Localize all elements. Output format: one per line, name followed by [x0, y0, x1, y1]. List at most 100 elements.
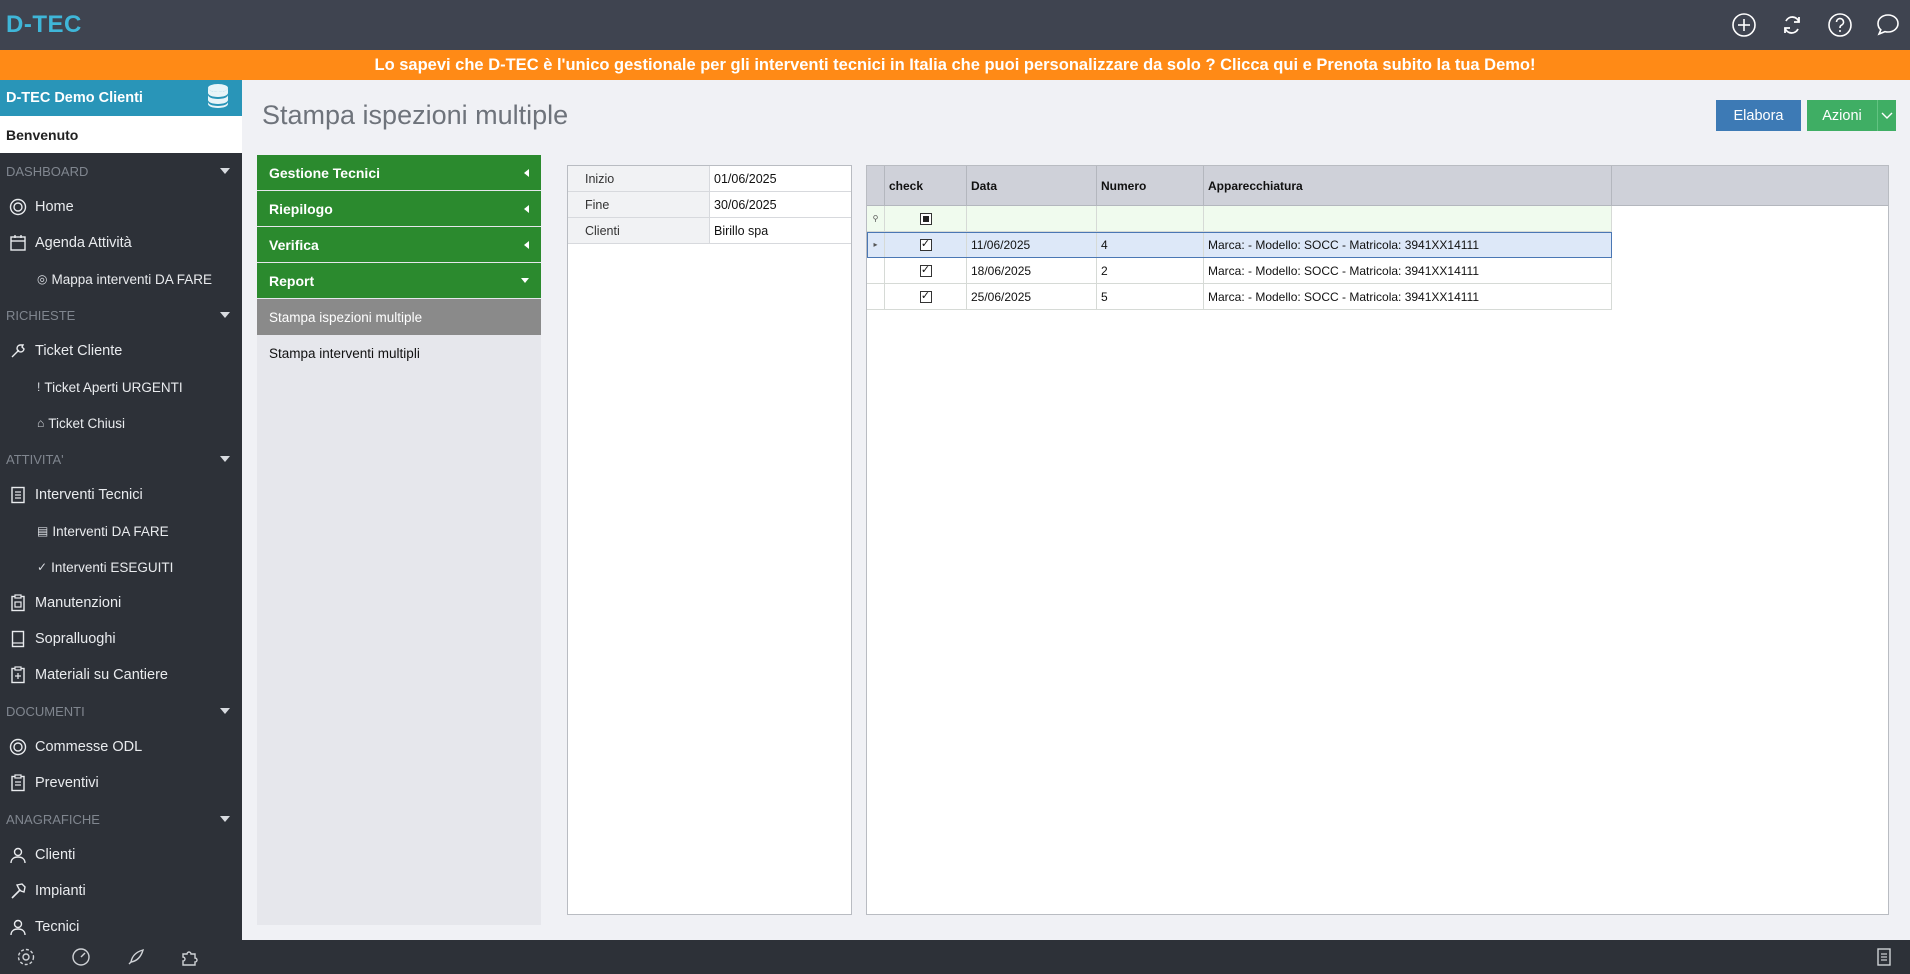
sidebar-item-interventi-da-fare[interactable]: ▤ Interventi DA FARE — [0, 513, 242, 549]
column-header-apparecchiatura[interactable]: Apparecchiatura — [1204, 166, 1612, 205]
section-anagrafiche[interactable]: ANAGRAFICHE — [0, 801, 242, 837]
azioni-button[interactable]: Azioni — [1807, 100, 1896, 131]
sidebar-item-manutenzioni[interactable]: Manutenzioni — [0, 585, 242, 621]
indeterminate-checkbox[interactable] — [919, 212, 932, 225]
row-indicator — [867, 258, 885, 283]
notes-icon[interactable] — [1872, 945, 1896, 969]
accordion-verifica[interactable]: Verifica — [257, 227, 541, 263]
accordion-label: Gestione Tecnici — [269, 164, 380, 181]
fine-date-field[interactable]: 30/06/2025 — [710, 192, 851, 217]
hammer-icon — [8, 881, 28, 901]
sidebar-item-label: Manutenzioni — [35, 595, 122, 611]
row-checkbox[interactable]: ✓ — [919, 264, 932, 277]
row-checkbox[interactable]: ✓ — [919, 238, 932, 251]
sidebar-item-clienti[interactable]: Clienti — [0, 837, 242, 873]
section-label: ATTIVITA' — [6, 451, 64, 467]
section-label: RICHIESTE — [6, 307, 76, 323]
row-checkbox[interactable]: ✓ — [919, 290, 932, 303]
inizio-date-field[interactable]: 01/06/2025 — [710, 166, 851, 191]
row-indicator — [867, 284, 885, 309]
table-row[interactable]: ✓ 18/06/2025 2 Marca: - Modello: SOCC - … — [867, 258, 1612, 284]
filter-row-inizio: Inizio 01/06/2025 — [568, 166, 851, 192]
sidebar-item-label: Sopralluoghi — [35, 631, 116, 647]
app-logo[interactable]: D-TEC — [6, 11, 82, 39]
check-cell[interactable]: ✓ — [885, 284, 967, 309]
section-dashboard[interactable]: DASHBOARD — [0, 153, 242, 189]
check-cell[interactable]: ✓ — [885, 232, 967, 257]
sidebar-item-ticket-cliente[interactable]: Ticket Cliente — [0, 333, 242, 369]
puzzle-icon[interactable] — [179, 945, 203, 969]
triangle-left-icon — [524, 240, 529, 249]
accordion-label: Riepilogo — [269, 200, 333, 217]
sidebar-item-interventi-tecnici[interactable]: Interventi Tecnici — [0, 477, 242, 513]
data-filter-cell[interactable] — [967, 206, 1097, 231]
apparecchiatura-cell: Marca: - Modello: SOCC - Matricola: 3941… — [1204, 232, 1612, 257]
accordion-label: Report — [269, 272, 315, 289]
sidebar-item-home[interactable]: Home — [0, 189, 242, 225]
table-row[interactable]: ▸ ✓ 11/06/2025 4 Marca: - Modello: SOCC … — [867, 232, 1612, 258]
dashboard-gauge-icon[interactable] — [69, 945, 93, 969]
filter-row-fine: Fine 30/06/2025 — [568, 192, 851, 218]
check-cell[interactable]: ✓ — [885, 258, 967, 283]
accordion-item-stampa-ispezioni[interactable]: Stampa ispezioni multiple — [257, 299, 541, 335]
promo-banner[interactable]: Lo sapevi che D-TEC è l'unico gestionale… — [0, 50, 1910, 80]
sidebar-item-preventivi[interactable]: Preventivi — [0, 765, 242, 801]
check-filter-cell[interactable] — [885, 206, 967, 231]
help-icon[interactable] — [1826, 11, 1854, 39]
sidebar: D-TEC Demo Clienti Benvenuto DASHBOARD H… — [0, 80, 242, 940]
accordion-item-stampa-interventi[interactable]: Stampa interventi multipli — [257, 335, 541, 371]
top-bar: D-TEC — [0, 0, 1910, 50]
sidebar-item-label: Preventivi — [35, 775, 99, 791]
sidebar-item-ticket-chiusi[interactable]: ⌂ Ticket Chiusi — [0, 405, 242, 441]
sidebar-item-commesse[interactable]: Commesse ODL — [0, 729, 242, 765]
clipboard-icon — [8, 593, 28, 613]
account-header[interactable]: D-TEC Demo Clienti — [0, 80, 242, 116]
row-indicator-header — [867, 166, 885, 205]
accordion-gestione-tecnici[interactable]: Gestione Tecnici — [257, 155, 541, 191]
caret-down-icon — [220, 168, 230, 174]
numero-filter-cell[interactable] — [1097, 206, 1204, 231]
section-label: DASHBOARD — [6, 163, 89, 179]
sidebar-item-ticket-urgenti[interactable]: ! Ticket Aperti URGENTI — [0, 369, 242, 405]
row-pointer-icon: ▸ — [867, 232, 885, 257]
filter-row-clienti: Clienti Birillo spa — [568, 218, 851, 244]
sidebar-welcome[interactable]: Benvenuto — [0, 116, 242, 153]
apparecchiatura-cell: Marca: - Modello: SOCC - Matricola: 3941… — [1204, 258, 1612, 283]
sidebar-item-interventi-eseguiti[interactable]: ✓ Interventi ESEGUITI — [0, 549, 242, 585]
database-icon[interactable] — [206, 83, 230, 113]
chevron-down-icon[interactable] — [1877, 100, 1896, 131]
clienti-field[interactable]: Birillo spa — [710, 218, 851, 243]
sidebar-item-tecnici[interactable]: Tecnici — [0, 909, 242, 940]
filter-label: Clienti — [568, 218, 710, 243]
sidebar-item-mappa[interactable]: ◎ Mappa interventi DA FARE — [0, 261, 242, 297]
chat-icon[interactable] — [1874, 11, 1902, 39]
document-list-icon — [8, 485, 28, 505]
column-header-data[interactable]: Data — [967, 166, 1097, 205]
sidebar-item-impianti[interactable]: Impianti — [0, 873, 242, 909]
refresh-icon[interactable] — [1778, 11, 1806, 39]
accordion-report[interactable]: Report — [257, 263, 541, 299]
sidebar-item-sopralluoghi[interactable]: Sopralluoghi — [0, 621, 242, 657]
accordion-label: Verifica — [269, 236, 319, 253]
calendar-icon — [8, 233, 28, 253]
section-documenti[interactable]: DOCUMENTI — [0, 693, 242, 729]
sidebar-item-agenda[interactable]: Agenda Attività — [0, 225, 242, 261]
sidebar-item-label: Tecnici — [35, 919, 80, 935]
column-header-check[interactable]: check — [885, 166, 967, 205]
target-icon — [8, 737, 28, 757]
elabora-button[interactable]: Elabora — [1716, 100, 1801, 131]
ispezioni-grid: check Data Numero Apparecchiatura ⚲ ▸ ✓ … — [866, 165, 1889, 915]
section-attivita[interactable]: ATTIVITA' — [0, 441, 242, 477]
report-accordion: Gestione Tecnici Riepilogo Verifica Repo… — [257, 155, 541, 925]
apparecchiatura-filter-cell[interactable] — [1204, 206, 1612, 231]
rocket-icon[interactable] — [124, 945, 148, 969]
table-row[interactable]: ✓ 25/06/2025 5 Marca: - Modello: SOCC - … — [867, 284, 1612, 310]
sidebar-item-materiali[interactable]: Materiali su Cantiere — [0, 657, 242, 693]
sidebar-item-label: Mappa interventi DA FARE — [51, 271, 213, 287]
settings-icon[interactable] — [14, 945, 38, 969]
clipboard-plus-icon — [8, 665, 28, 685]
column-header-numero[interactable]: Numero — [1097, 166, 1204, 205]
section-richieste[interactable]: RICHIESTE — [0, 297, 242, 333]
plus-circle-icon[interactable] — [1730, 11, 1758, 39]
accordion-riepilogo[interactable]: Riepilogo — [257, 191, 541, 227]
